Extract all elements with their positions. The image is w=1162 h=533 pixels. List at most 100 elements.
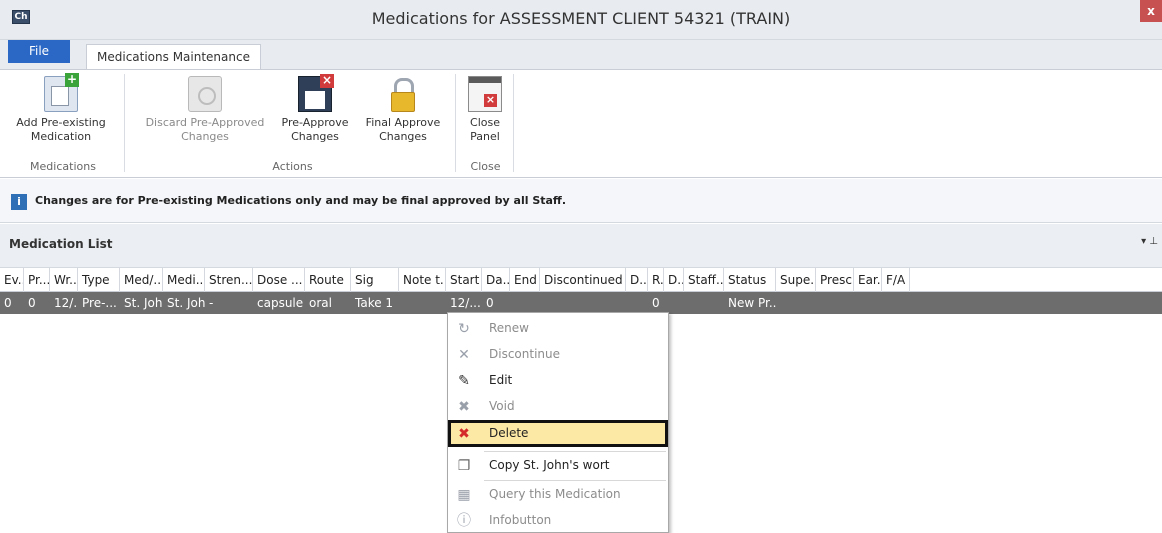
column-header[interactable]: Ev... [0, 268, 24, 292]
column-header[interactable]: Type [78, 268, 120, 292]
table-cell [540, 292, 626, 314]
table-cell: - [209, 296, 214, 310]
column-header[interactable]: Note t... [399, 268, 446, 292]
column-header[interactable]: Route [305, 268, 351, 292]
table-cell [510, 292, 540, 314]
table-cell: 0 [4, 296, 12, 310]
discard-pre-approved-changes-button[interactable]: Discard Pre-Approved Changes [134, 76, 276, 144]
column-header[interactable]: D... [664, 268, 684, 292]
menu-item-label: Copy St. John's wort [489, 458, 610, 472]
column-header[interactable]: Start [446, 268, 482, 292]
info-banner: i Changes are for Pre-existing Medicatio… [0, 179, 1162, 223]
title-bar: Ch Medications for ASSESSMENT CLIENT 543… [0, 0, 1162, 40]
table-cell [854, 292, 882, 314]
info-icon: ⓘ [457, 513, 471, 529]
add-pre-existing-medication-button[interactable]: Add Pre-existing Medication [2, 73, 120, 144]
pre-approve-icon [298, 74, 334, 112]
lock-icon [386, 76, 420, 112]
group-label-medications: Medications [30, 160, 96, 173]
table-row[interactable]: 0 0 12/... Pre-... St. Joh... St. Joh...… [0, 292, 1162, 314]
table-cell: Take 1 [355, 296, 394, 310]
column-header[interactable]: Sig [351, 268, 399, 292]
column-header[interactable]: R. [648, 268, 664, 292]
menu-item-delete[interactable]: ✖ Delete [448, 420, 668, 447]
ribbon-panel: Add Pre-existing Medication Discard Pre-… [0, 69, 1162, 178]
column-header[interactable]: End [510, 268, 540, 292]
medication-list-title: Medication List [9, 237, 113, 251]
menu-item-label: Query this Medication [489, 487, 621, 501]
group-divider [455, 74, 456, 172]
table-cell: Pre-... [82, 296, 117, 310]
column-header[interactable]: Med/... [120, 268, 163, 292]
table-cell [626, 292, 648, 314]
info-icon: i [11, 194, 27, 210]
table-cell [684, 292, 724, 314]
panel-options-icon[interactable]: ▾ ⊥ [1141, 236, 1158, 247]
group-divider [124, 74, 125, 172]
column-header-row: Ev... Pr... Wr... Type Med/... Medi... S… [0, 268, 1162, 292]
column-header[interactable]: Ear... [854, 268, 882, 292]
window-title: Medications for ASSESSMENT CLIENT 54321 … [371, 9, 791, 28]
menu-separator [484, 451, 666, 452]
column-header[interactable]: D... [626, 268, 648, 292]
table-cell: St. Joh... [167, 296, 205, 310]
void-icon: ✖ [458, 399, 470, 415]
table-cell [776, 292, 816, 314]
column-header[interactable]: Da... [482, 268, 510, 292]
pre-approve-changes-button[interactable]: Pre-Approve Changes [275, 74, 355, 144]
table-cell [664, 292, 684, 314]
table-cell [399, 292, 446, 314]
final-approve-changes-button[interactable]: Final Approve Changes [355, 76, 451, 144]
tab-file[interactable]: File [8, 40, 70, 63]
table-cell: capsule [257, 296, 304, 310]
column-header[interactable]: Stren... [205, 268, 253, 292]
table-cell: 0 [652, 296, 660, 310]
table-cell [816, 292, 854, 314]
column-header[interactable]: Discontinued [540, 268, 626, 292]
table-cell: 12/... [54, 296, 78, 310]
column-header[interactable]: F/A [882, 268, 910, 292]
column-header[interactable]: Wr... [50, 268, 78, 292]
column-header[interactable]: Staff... [684, 268, 724, 292]
close-window-button[interactable]: x [1140, 0, 1162, 22]
group-divider [513, 74, 514, 172]
table-cell: St. Joh... [124, 296, 163, 310]
info-message: Changes are for Pre-existing Medications… [35, 194, 567, 207]
menu-separator [484, 480, 666, 481]
menu-item-copy[interactable]: ❐ Copy St. John's wort [448, 453, 668, 479]
medication-list-header: Medication List ▾ ⊥ [0, 224, 1162, 268]
menu-item-edit[interactable]: ✎ Edit [448, 368, 668, 394]
table-cell: oral [309, 296, 332, 310]
discard-changes-label: Discard Pre-Approved Changes [145, 116, 265, 143]
menu-item-label: Edit [489, 373, 513, 387]
close-panel-button[interactable]: Close Panel [460, 76, 510, 144]
column-header[interactable]: Dose ... [253, 268, 305, 292]
add-pre-existing-medication-label: Add Pre-existing Medication [16, 116, 106, 143]
column-header[interactable]: Pr... [24, 268, 50, 292]
column-header[interactable]: Medi... [163, 268, 205, 292]
menu-item-infobutton[interactable]: ⓘ Infobutton [448, 508, 668, 533]
menu-item-label: Delete [489, 426, 529, 440]
discard-icon [188, 76, 222, 112]
table-cell: New Pr... [728, 296, 776, 310]
table-cell: 12/... [450, 296, 481, 310]
menu-item-void[interactable]: ✖ Void [448, 394, 668, 420]
table-cell: 0 [28, 296, 36, 310]
column-header[interactable]: Status [724, 268, 776, 292]
column-header[interactable]: Supe... [776, 268, 816, 292]
tab-medications-maintenance[interactable]: Medications Maintenance [86, 44, 261, 70]
discontinue-icon: ✕ [458, 347, 470, 363]
group-label-actions: Actions [272, 160, 313, 173]
table-cell: 0 [486, 296, 494, 310]
menu-item-label: Void [489, 399, 515, 413]
column-header[interactable]: Presc... [816, 268, 854, 292]
delete-icon: ✖ [458, 426, 470, 442]
add-medication-icon [44, 73, 79, 112]
copy-icon: ❐ [457, 458, 471, 474]
menu-item-query-medication[interactable]: ▦ Query this Medication [448, 482, 668, 508]
table-cell [882, 292, 910, 314]
menu-item-renew[interactable]: ↻ Renew [448, 316, 668, 342]
menu-item-label: Discontinue [489, 347, 561, 361]
menu-item-discontinue[interactable]: ✕ Discontinue [448, 342, 668, 368]
query-icon: ▦ [457, 487, 471, 503]
